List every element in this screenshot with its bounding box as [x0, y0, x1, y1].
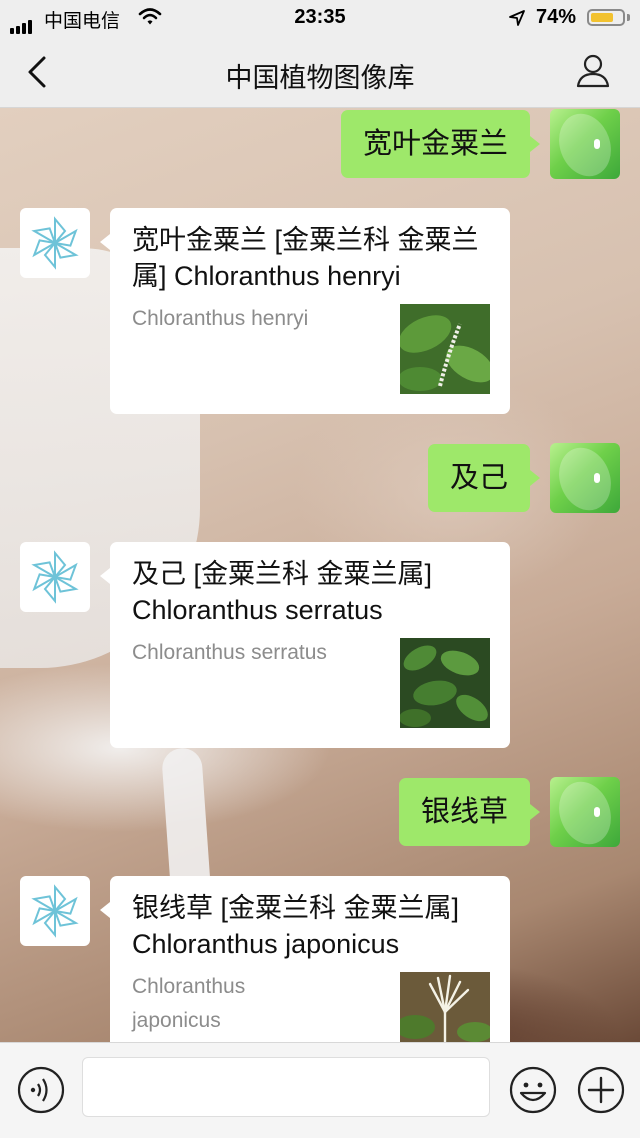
battery-percent: 74% — [536, 6, 577, 28]
card-title: 银线草 [金粟兰科 金粟兰属] Chloranthus japonicus — [132, 893, 460, 959]
pinwheel-logo-icon — [31, 884, 79, 938]
bot-avatar[interactable] — [20, 542, 90, 612]
user-message-bubble: 宽叶金粟兰 — [340, 110, 541, 178]
battery-icon — [587, 9, 625, 26]
card-description: Chloranthus serratus — [132, 641, 327, 664]
card-title: 及己 [金粟兰科 金粟兰属] Chloranthus serratus — [132, 559, 433, 625]
plant-result-card[interactable]: 及己 [金粟兰科 金粟兰属] Chloranthus serratus Chlo… — [100, 542, 510, 748]
plus-icon[interactable] — [576, 1065, 626, 1115]
user-message-text: 银线草 — [420, 796, 508, 828]
bot-avatar[interactable] — [20, 876, 90, 946]
message-input[interactable] — [82, 1057, 490, 1117]
emoji-icon[interactable] — [508, 1065, 558, 1115]
input-bar — [0, 1042, 640, 1138]
plant-thumbnail — [400, 304, 490, 394]
user-avatar[interactable] — [550, 443, 620, 513]
location-arrow-icon — [509, 10, 525, 26]
person-icon[interactable] — [574, 52, 612, 90]
user-message-text: 宽叶金粟兰 — [362, 128, 508, 160]
user-message-text: 及己 — [449, 462, 508, 494]
battery-cap — [627, 14, 630, 21]
plant-thumbnail — [400, 972, 490, 1042]
card-description: Chloranthus japonicus — [132, 975, 246, 1032]
user-message-bubble: 及己 — [427, 444, 541, 512]
status-bar: 中国电信 23:35 74% — [0, 0, 640, 36]
user-avatar[interactable] — [550, 109, 620, 179]
card-description: Chloranthus henryi — [132, 307, 309, 330]
user-avatar[interactable] — [550, 777, 620, 847]
battery-level-fill — [591, 13, 613, 22]
plant-result-card[interactable]: 银线草 [金粟兰科 金粟兰属] Chloranthus japonicus Ch… — [100, 876, 510, 1042]
page-title: 中国植物图像库 — [225, 63, 415, 93]
pinwheel-logo-icon — [31, 550, 79, 604]
plant-result-card[interactable]: 宽叶金粟兰 [金粟兰科 金粟兰属] Chloranthus henryi Chl… — [100, 208, 510, 414]
user-message-bubble: 银线草 — [398, 778, 541, 846]
pinwheel-logo-icon — [31, 216, 79, 270]
bot-avatar[interactable] — [20, 208, 90, 278]
navigation-bar: 中国植物图像库 — [0, 36, 640, 108]
voice-icon[interactable] — [16, 1065, 66, 1115]
card-title: 宽叶金粟兰 [金粟兰科 金粟兰属] Chloranthus henryi — [132, 225, 479, 291]
plant-thumbnail — [400, 638, 490, 728]
